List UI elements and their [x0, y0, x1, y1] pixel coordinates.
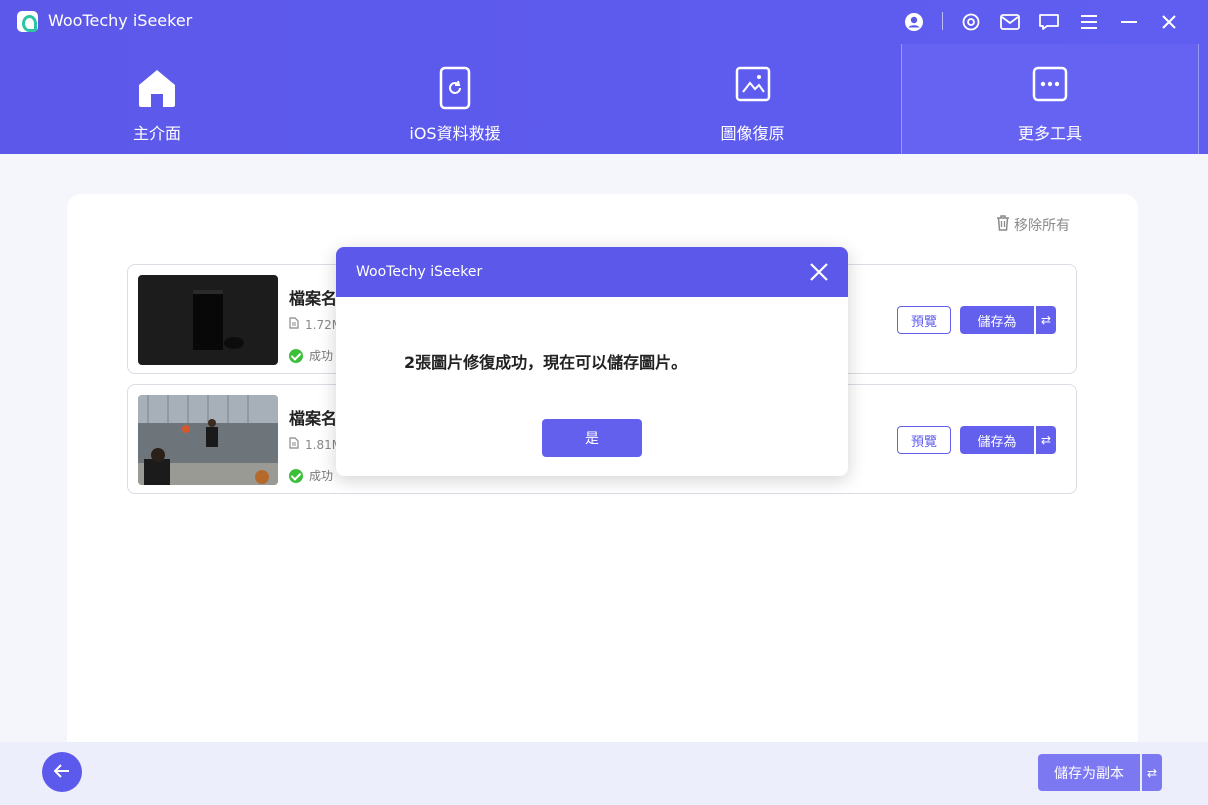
back-button[interactable]	[42, 752, 82, 792]
file-icon	[289, 437, 299, 452]
tab-ios-recovery-label: iOS資料救援	[409, 124, 501, 143]
app-title: WooTechy iSeeker	[48, 11, 193, 30]
tab-image-repair[interactable]: 圖像復原	[604, 44, 901, 154]
check-icon	[289, 348, 303, 363]
settings-icon[interactable]	[960, 11, 982, 33]
save-as-button[interactable]: 儲存為	[960, 306, 1034, 334]
save-as-button[interactable]: 儲存為	[960, 426, 1034, 454]
tab-home[interactable]: 主介面	[8, 44, 306, 154]
arrow-left-icon	[53, 763, 70, 782]
tab-more-tools[interactable]: 更多工具	[901, 44, 1199, 154]
title-bar: WooTechy iSeeker	[0, 0, 1208, 44]
status-badge: 成功	[289, 347, 333, 364]
header: WooTechy iSeeker 主介面 iOS資料救援 圖像復原 更多工具	[0, 0, 1208, 154]
file-thumbnail	[138, 275, 278, 365]
preview-button[interactable]: 預覽	[897, 426, 951, 454]
dialog-title: WooTechy iSeeker	[356, 264, 483, 280]
image-icon	[735, 66, 771, 106]
ok-button[interactable]: 是	[542, 419, 642, 457]
feedback-icon[interactable]	[1038, 11, 1060, 33]
file-size: 1.81M	[289, 437, 342, 452]
titlebar-divider	[942, 12, 943, 30]
dialog-message: 2張圖片修復成功，現在可以儲存圖片。	[404, 353, 688, 372]
more-icon	[1032, 66, 1068, 106]
remove-all-label: 移除所有	[1014, 218, 1070, 234]
file-thumbnail	[138, 395, 278, 485]
check-icon	[289, 468, 303, 483]
file-icon	[289, 317, 299, 332]
close-icon[interactable]	[1158, 11, 1180, 33]
file-name: 檔案名	[289, 409, 338, 428]
remove-all-button[interactable]: 移除所有	[996, 215, 1070, 235]
user-icon[interactable]	[903, 11, 925, 33]
swap-icon[interactable]: ⇄	[1036, 426, 1056, 454]
status-text: 成功	[309, 349, 334, 363]
menu-icon[interactable]	[1078, 11, 1100, 33]
save-copy-button[interactable]: 儲存为副本	[1038, 754, 1140, 791]
file-size: 1.72M	[289, 317, 342, 332]
trash-icon	[996, 215, 1010, 235]
tab-image-repair-label: 圖像復原	[720, 124, 785, 143]
confirm-dialog: WooTechy iSeeker 2張圖片修復成功，現在可以儲存圖片。 是	[336, 247, 848, 476]
home-icon	[135, 66, 179, 112]
footer-bar	[0, 742, 1208, 805]
main-nav: 主介面 iOS資料救援 圖像復原 更多工具	[0, 44, 1208, 154]
swap-icon[interactable]: ⇄	[1142, 754, 1162, 791]
tab-ios-recovery[interactable]: iOS資料救援	[306, 44, 604, 154]
minimize-icon[interactable]	[1118, 11, 1140, 33]
tab-more-tools-label: 更多工具	[1017, 124, 1082, 143]
app-logo	[17, 11, 38, 32]
mail-icon[interactable]	[999, 11, 1021, 33]
dialog-header: WooTechy iSeeker	[336, 247, 848, 297]
preview-button[interactable]: 預覽	[897, 306, 951, 334]
file-name: 檔案名	[289, 289, 338, 308]
status-text: 成功	[309, 469, 334, 483]
tab-home-label: 主介面	[132, 124, 181, 143]
phone-recover-icon	[439, 66, 471, 114]
swap-icon[interactable]: ⇄	[1036, 306, 1056, 334]
close-icon[interactable]	[808, 261, 830, 283]
status-badge: 成功	[289, 467, 333, 484]
